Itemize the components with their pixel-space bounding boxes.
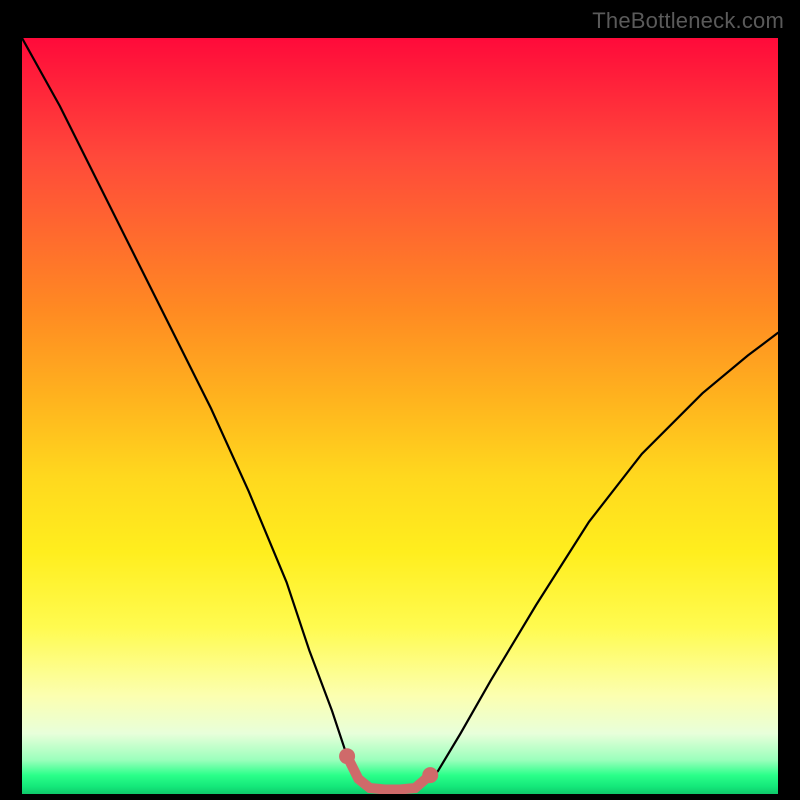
curve-layer (22, 38, 778, 794)
main-curve-path (22, 38, 778, 790)
watermark-text: TheBottleneck.com (592, 8, 784, 34)
plot-area (22, 38, 778, 794)
marker-left-dot (339, 748, 355, 764)
marker-right-dot (422, 767, 438, 783)
highlight-curve-path (347, 756, 430, 789)
chart-frame: TheBottleneck.com (0, 0, 800, 800)
